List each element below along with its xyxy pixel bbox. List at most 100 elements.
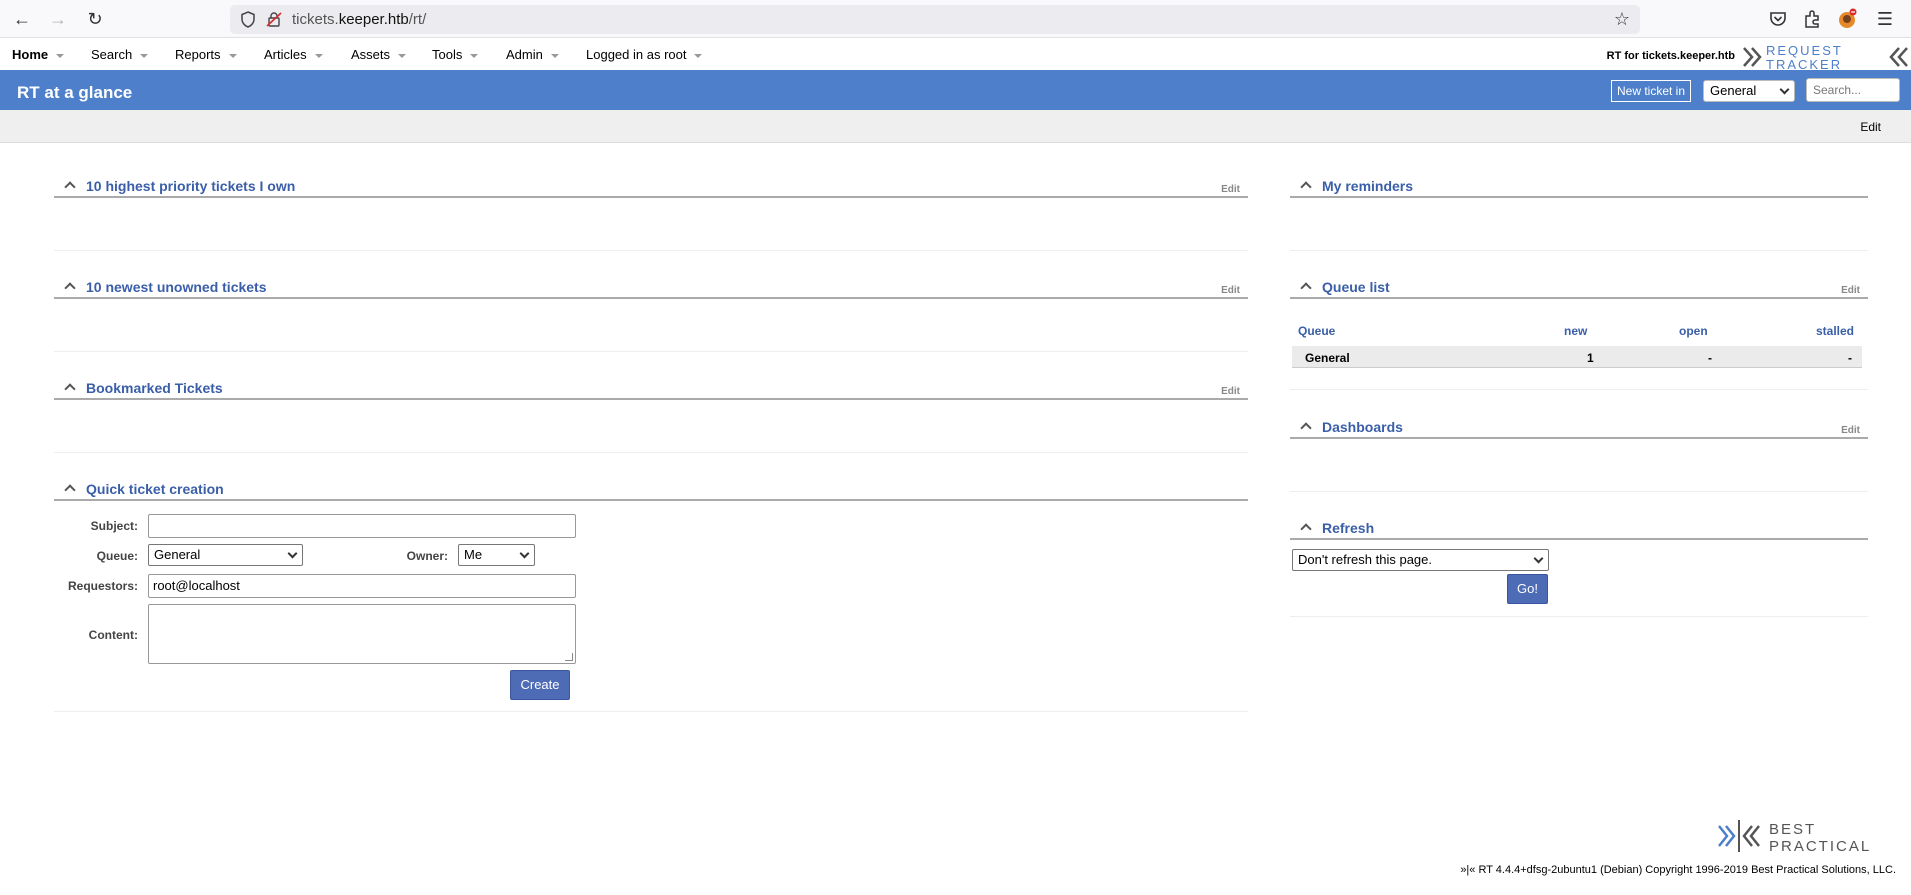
svg-text:REQUEST: REQUEST [1766,43,1843,58]
collapse-icon[interactable] [1300,422,1312,434]
queue-table: Queue new open stalled General 1 - - [1290,324,1868,374]
chevron-down-icon [1533,553,1544,564]
url-bar[interactable]: tickets.keeper.htb/rt/ ☆ [230,5,1640,34]
col-header-new[interactable]: new [1564,324,1587,338]
menu-icon[interactable]: ☰ [1873,8,1897,30]
collapse-icon[interactable] [64,383,76,395]
request-tracker-logo[interactable]: REQUEST TRACKER [1741,42,1911,72]
subject-field[interactable] [148,514,576,538]
insecure-lock-icon[interactable] [266,11,282,28]
edit-page-link[interactable]: Edit [1860,120,1881,134]
new-ticket-button[interactable]: New ticket in [1611,80,1692,102]
nav-search[interactable]: Search [91,47,149,62]
shield-icon[interactable] [240,11,256,28]
pocket-icon[interactable] [1767,8,1789,30]
chevron-down-icon [287,548,298,559]
portlet-refresh: Refresh Don't refresh this page. Go! [1290,518,1868,618]
chevron-down-icon [550,53,559,58]
portlet-title[interactable]: Queue list [1322,279,1390,295]
col-header-open[interactable]: open [1679,324,1708,338]
chevron-down-icon [56,53,65,58]
portlet-title[interactable]: My reminders [1322,178,1413,194]
collapse-icon[interactable] [1300,282,1312,294]
portlet-title[interactable]: Bookmarked Tickets [86,380,223,396]
owner-select[interactable]: Me [458,544,535,566]
forward-icon[interactable]: → [46,8,70,30]
portlet-title[interactable]: 10 newest unowned tickets [86,279,267,295]
new-ticket-queue-select[interactable]: General [1703,80,1795,102]
rt-instance-label: RT for tickets.keeper.htb [1606,50,1735,62]
portlet-edit-link[interactable]: Edit [1221,184,1240,195]
page-title: RT at a glance [17,83,133,102]
portlet-title[interactable]: 10 highest priority tickets I own [86,178,295,194]
chevron-down-icon [228,53,237,58]
extensions-icon[interactable] [1801,8,1823,30]
portlet-edit-link[interactable]: Edit [1221,285,1240,296]
owner-label: Owner: [406,549,448,563]
portlet-bookmarked: Bookmarked Tickets Edit [54,378,1248,454]
col-header-stalled[interactable]: stalled [1816,324,1854,338]
collapse-icon[interactable] [64,181,76,193]
chevron-down-icon [470,53,479,58]
requestors-label: Requestors: [67,579,138,593]
chevron-down-icon [314,53,323,58]
resize-handle-icon[interactable] [565,653,573,661]
portlet-dashboards: Dashboards Edit [1290,417,1868,493]
portlet-highest-priority: 10 highest priority tickets I own Edit [54,176,1248,252]
browser-toolbar: ← → ↻ tickets.keeper.htb/rt/ ☆ ☰ [0,0,1911,38]
nav-reports[interactable]: Reports [175,47,237,62]
nav-logged-in-user[interactable]: Logged in as root [586,47,703,62]
queue-select[interactable]: General [148,544,303,566]
portlet-my-reminders: My reminders [1290,176,1868,252]
chevron-down-icon [1779,84,1790,95]
nav-admin[interactable]: Admin [506,47,559,62]
bookmark-star-icon[interactable]: ☆ [1614,9,1630,30]
portlet-title[interactable]: Quick ticket creation [86,481,224,497]
content-textarea[interactable] [148,604,576,664]
page-subbar: Edit [0,110,1911,143]
portlet-edit-link[interactable]: Edit [1841,285,1860,296]
back-icon[interactable]: ← [10,8,34,30]
portlet-edit-link[interactable]: Edit [1221,386,1240,397]
content-label: Content: [88,628,138,642]
queue-label: Queue: [96,549,138,563]
collapse-icon[interactable] [1300,181,1312,193]
portlet-queue-list: Queue list Edit Queue new open stalled G… [1290,277,1868,390]
collapse-icon[interactable] [64,484,76,496]
queue-new-count[interactable]: 1 [1587,351,1594,365]
nav-assets[interactable]: Assets [351,47,407,62]
chevron-down-icon [694,53,703,58]
subject-label: Subject: [90,519,138,533]
portlet-title[interactable]: Refresh [1322,520,1374,536]
reload-icon[interactable]: ↻ [83,8,107,30]
portlet-quick-ticket-creation: Quick ticket creation Subject: Queue: Ge… [54,479,1248,713]
url-text: tickets.keeper.htb/rt/ [292,11,427,28]
chevron-down-icon [398,53,407,58]
requestors-field[interactable]: root@localhost [148,574,576,598]
page-header: RT at a glance New ticket in General Sea… [0,70,1911,110]
queue-open-count[interactable]: - [1708,351,1712,365]
nav-tools[interactable]: Tools [432,47,479,62]
create-button[interactable]: Create [510,670,570,700]
nav-articles[interactable]: Articles [264,47,323,62]
nav-home[interactable]: Home [12,47,65,62]
portlet-newest-unowned: 10 newest unowned tickets Edit [54,277,1248,353]
chevron-down-icon [519,548,530,559]
search-input[interactable]: Search... [1806,78,1900,102]
svg-text:BEST: BEST [1769,821,1816,838]
col-header-queue[interactable]: Queue [1298,324,1335,338]
rt-top-nav: Home Search Reports Articles Assets Tool… [0,39,1911,72]
portlet-edit-link[interactable]: Edit [1841,425,1860,436]
collapse-icon[interactable] [1300,523,1312,535]
svg-text:PRACTICAL: PRACTICAL [1769,838,1871,854]
go-button[interactable]: Go! [1507,574,1548,604]
queue-stalled-count[interactable]: - [1848,351,1852,365]
queue-name[interactable]: General [1305,351,1350,365]
footer-copyright: »|« RT 4.4.4+dfsg-2ubuntu1 (Debian) Copy… [1460,864,1896,876]
portlet-title[interactable]: Dashboards [1322,419,1403,435]
collapse-icon[interactable] [64,282,76,294]
firefox-account-icon[interactable] [1836,8,1858,30]
refresh-interval-select[interactable]: Don't refresh this page. [1292,549,1549,571]
best-practical-logo[interactable]: BEST PRACTICAL [1717,818,1897,854]
table-row[interactable]: General 1 - - [1292,346,1862,368]
